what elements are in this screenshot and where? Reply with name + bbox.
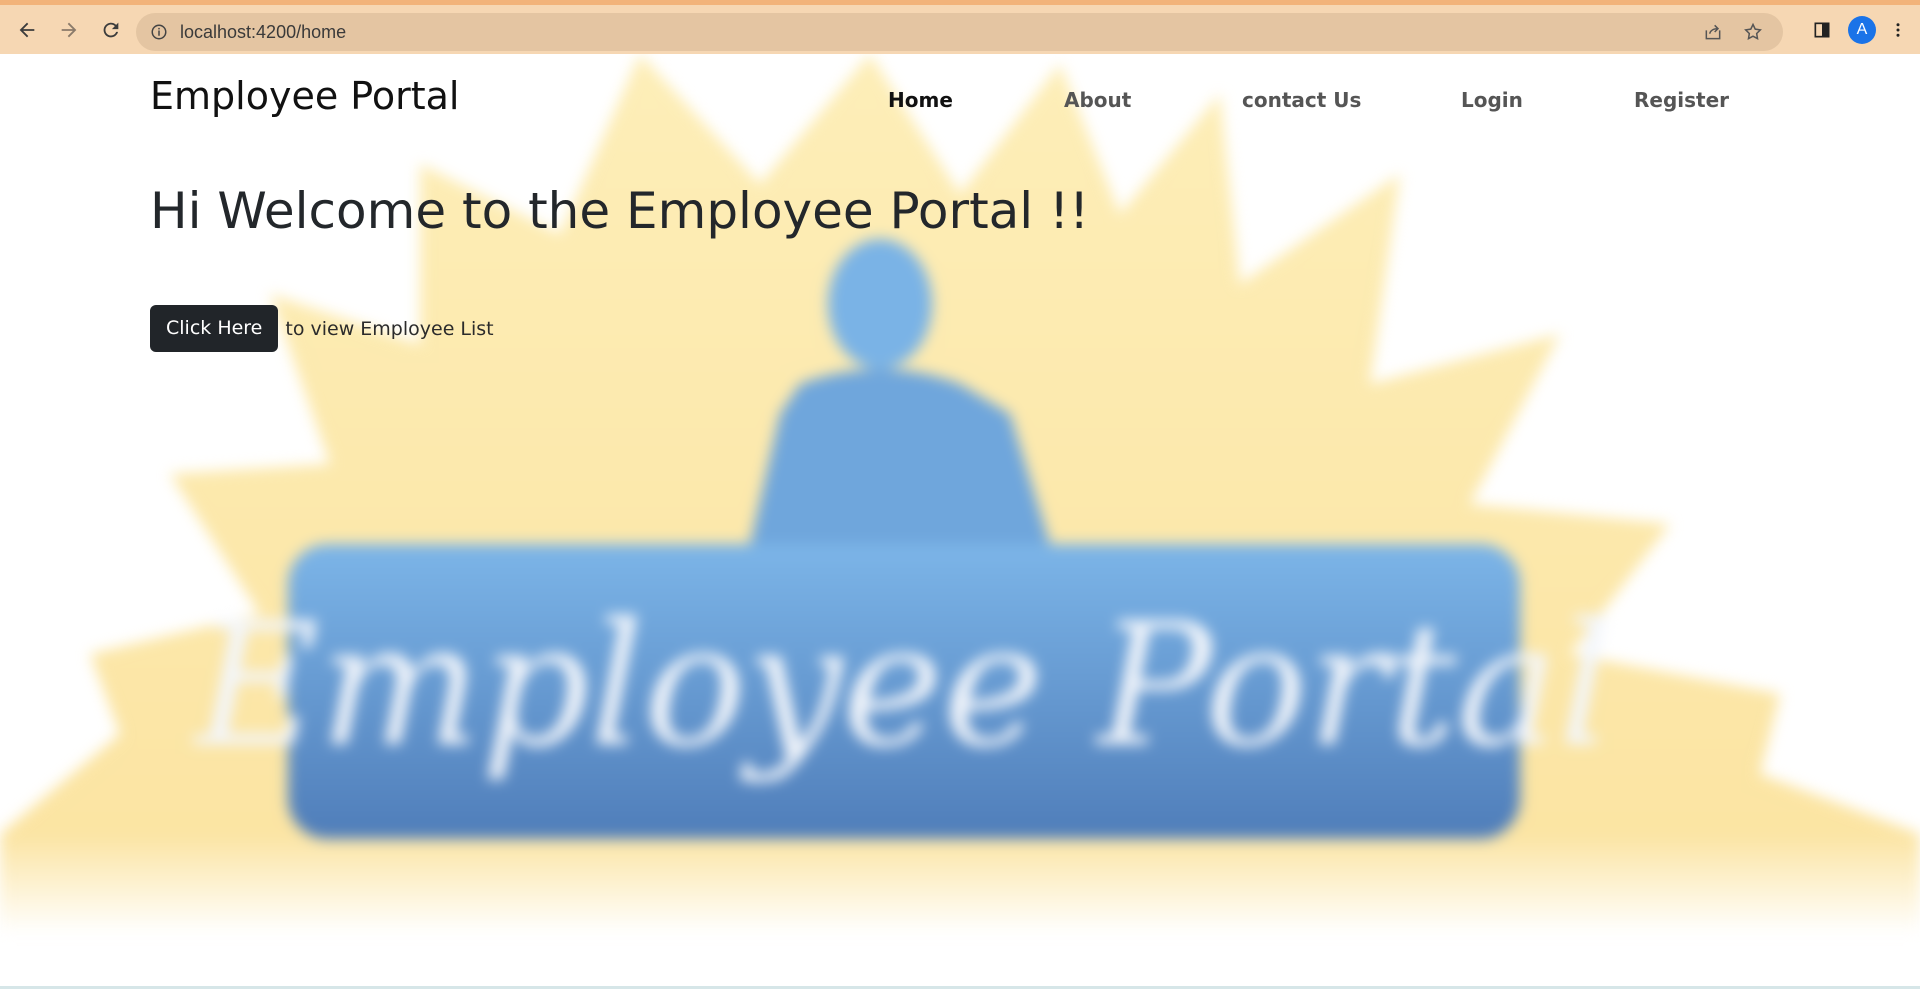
url-text[interactable]: localhost:4200/home bbox=[180, 22, 346, 43]
star-icon[interactable] bbox=[1733, 13, 1773, 51]
nav-link-about[interactable]: About bbox=[1064, 88, 1131, 112]
nav-link-register[interactable]: Register bbox=[1634, 88, 1729, 112]
nav-link-login[interactable]: Login bbox=[1461, 88, 1523, 112]
reload-icon[interactable] bbox=[91, 10, 131, 50]
forward-arrow-icon[interactable] bbox=[49, 10, 89, 50]
profile-avatar[interactable]: A bbox=[1848, 15, 1876, 44]
background-logo-text: Employee Portal bbox=[192, 587, 1612, 785]
cta-description: to view Employee List bbox=[285, 317, 494, 340]
more-vertical-icon[interactable] bbox=[1882, 10, 1914, 50]
welcome-heading: Hi Welcome to the Employee Portal !! bbox=[150, 182, 1090, 240]
cta-row: Click Here to view Employee List bbox=[150, 305, 494, 352]
click-here-button[interactable]: Click Here bbox=[150, 305, 279, 352]
address-bar[interactable]: localhost:4200/home bbox=[136, 13, 1783, 51]
site-navbar: Employee Portal Home About contact Us Lo… bbox=[0, 54, 1920, 144]
browser-toolbar: localhost:4200/home A bbox=[0, 0, 1920, 54]
share-icon[interactable] bbox=[1693, 13, 1733, 51]
side-panel-icon[interactable] bbox=[1802, 10, 1842, 50]
nav-link-home[interactable]: Home bbox=[888, 88, 953, 112]
info-icon[interactable] bbox=[150, 23, 168, 41]
nav-link-contact[interactable]: contact Us bbox=[1242, 88, 1361, 112]
brand-title[interactable]: Employee Portal bbox=[150, 74, 459, 118]
web-page: Employee Portal Employee Portal Home Abo… bbox=[0, 54, 1920, 989]
back-arrow-icon[interactable] bbox=[7, 10, 47, 50]
